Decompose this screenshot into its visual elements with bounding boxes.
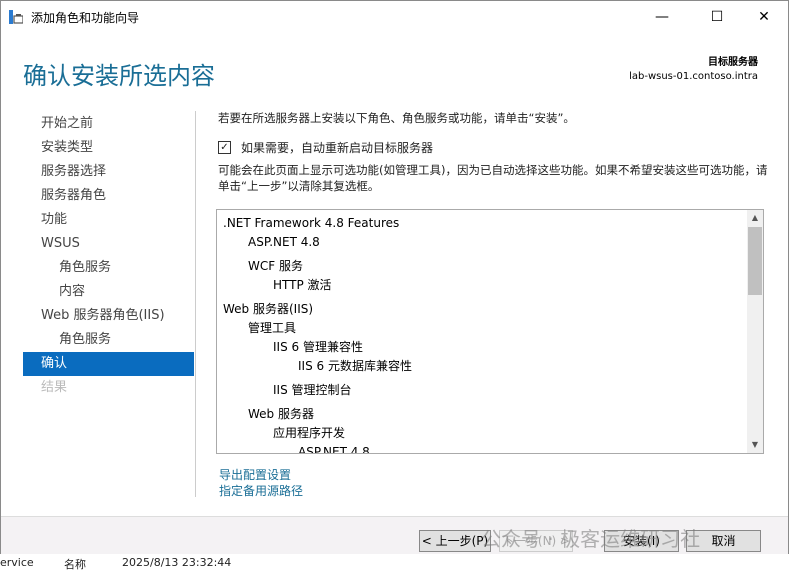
list-item: IIS 6 元数据库兼容性 [298,359,412,373]
wizard-nav: 开始之前 安装类型 服务器选择 服务器角色 功能 WSUS 角色服务 内容 Web 服务器角色(… [23,112,194,400]
close-button[interactable]: ✕ [741,1,787,33]
list-item: ASP.NET 4.8 [248,235,320,249]
background-text: ervice [0,556,34,569]
nav-item[interactable]: 开始之前 [23,112,194,136]
nav-item[interactable]: Web 服务器角色(IIS) [23,304,194,328]
nav-item[interactable]: 服务器角色 [23,184,194,208]
scroll-thumb[interactable] [748,227,762,295]
minimize-button[interactable]: — [639,1,685,33]
nav-item[interactable]: WSUS [23,232,194,256]
note-text: 可能会在此页面上显示可选功能(如管理工具)，因为已自动选择这些功能。如果不希望安… [218,163,768,193]
scrollbar[interactable]: ▲ ▼ [747,210,763,453]
nav-item[interactable]: 功能 [23,208,194,232]
nav-item[interactable]: 服务器选择 [23,160,194,184]
selection-list: .NET Framework 4.8 Features ASP.NET 4.8 WC… [216,209,764,454]
watermark: 公众号 · 极客运维研习社 [481,527,701,551]
list-item: .NET Framework 4.8 Features [223,216,400,230]
list-item: Web 服务器 [248,407,314,421]
target-server-label: 目标服务器 [708,57,758,68]
list-item: WCF 服务 [248,259,303,273]
nav-item[interactable]: 角色服务 [23,256,194,280]
divider [195,111,196,497]
intro-text: 若要在所选服务器上安装以下角色、角色服务或功能，请单击“安装”。 [218,111,575,125]
list-item: HTTP 激活 [273,278,332,292]
list-item: IIS 6 管理兼容性 [273,340,363,354]
nav-item[interactable]: 角色服务 [23,328,194,352]
nav-item[interactable]: 内容 [23,280,194,304]
wizard-window: 添加角色和功能向导 — ☐ ✕ 确认安装所选内容 目标服务器 lab-wsus-… [0,0,789,554]
maximize-button[interactable]: ☐ [694,1,740,33]
nav-item: 结果 [41,380,68,395]
nav-item[interactable]: 确认 [23,352,194,376]
alternate-source-link[interactable]: 指定备用源路径 [219,483,303,499]
list-item: 应用程序开发 [273,426,346,440]
list-item: Web 服务器(IIS) [223,302,314,316]
export-config-link[interactable]: 导出配置设置 [219,467,303,483]
restart-label: 如果需要，自动重新启动目标服务器 [241,141,434,155]
nav-item[interactable]: 安装类型 [23,136,194,160]
scroll-down-icon[interactable]: ▼ [747,437,763,453]
restart-checkbox[interactable]: ✓ [218,141,231,154]
scroll-up-icon[interactable]: ▲ [747,210,763,226]
target-server-name: lab-wsus-01.contoso.intra [629,71,758,82]
target-server-info: 目标服务器 lab-wsus-01.contoso.intra [629,56,758,84]
restart-option[interactable]: ✓ 如果需要，自动重新启动目标服务器 [218,139,433,156]
title-bar: 添加角色和功能向导 — ☐ ✕ [1,1,788,33]
page-title: 确认安装所选内容 [23,62,215,90]
background-text: 名称 [64,558,86,571]
window-title: 添加角色和功能向导 [31,11,140,25]
list-item: ASP.NET 4.8 [298,445,370,454]
server-manager-icon [9,10,23,24]
background-text: 2025/8/13 23:32:44 [122,556,232,569]
list-item: 管理工具 [248,321,297,335]
list-item: IIS 管理控制台 [273,383,352,397]
